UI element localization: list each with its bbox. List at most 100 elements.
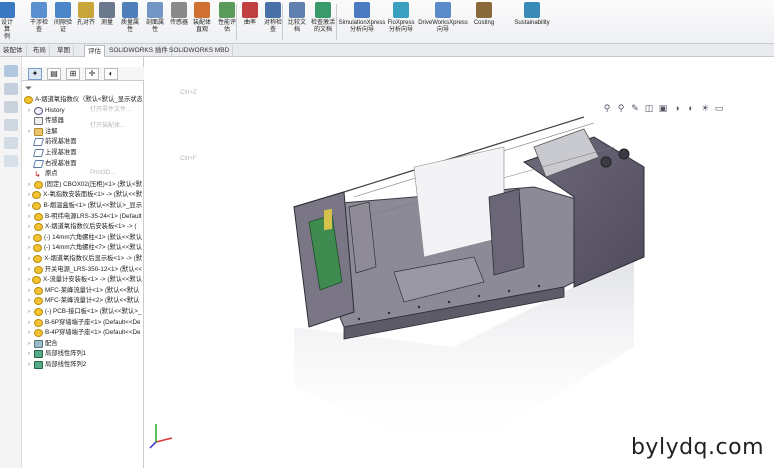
panel-tab-1[interactable]: ▤	[47, 68, 61, 80]
hud-view-tool-icon[interactable]: ✎	[630, 103, 640, 113]
hist-icon	[34, 106, 43, 115]
hud-view-tool-icon[interactable]: ◑	[672, 103, 682, 113]
part-icon	[33, 180, 43, 189]
hud-view-tool-icon[interactable]: ▣	[658, 103, 668, 113]
ribbon-button-mass-properties[interactable]: 质量属 性	[118, 2, 142, 42]
strip-tool-icon[interactable]	[4, 137, 18, 149]
tree-node[interactable]: › (-) PCB-接口板<1> (默认<<默认>_	[28, 307, 142, 317]
ribbon-button-symmetry-check[interactable]: 对称检 查	[262, 2, 284, 42]
ribbon-button-driveworks[interactable]: DriveWorksXpress 向导	[418, 2, 468, 42]
ribbon-button-costing[interactable]: Costing	[470, 2, 498, 42]
graphics-viewport[interactable]: ⚲ ⚲ ✎ ◫ ▣ ◑ ◐ ☀ ▭ bylydq.com	[144, 57, 774, 468]
tree-node-label: X-烟道氧指数仪后安装板<1> -> (	[45, 223, 137, 231]
strip-tool-icon[interactable]	[4, 83, 18, 95]
tab-0[interactable]: 装配体	[0, 45, 27, 57]
tree-node[interactable]: › MFC-莱峰流量计<1> (默认<<默认	[28, 286, 142, 296]
tree-node-label: B-明纬电源LRS-35-24<1> (Default	[45, 212, 142, 220]
strip-tool-icon[interactable]	[4, 101, 18, 113]
expand-chevron-icon[interactable]: ›	[28, 265, 34, 275]
ribbon-separator	[282, 4, 283, 40]
tab-1[interactable]: 布局	[30, 45, 50, 57]
strip-tool-icon[interactable]	[4, 65, 18, 77]
floxpress-icon	[393, 2, 409, 18]
tree-node-label: (-) 14mm六角螺柱<1> (默认<<默认	[44, 233, 142, 241]
ribbon-button-simulation[interactable]: SimulationXpress 分析向导	[339, 2, 385, 42]
tree-node[interactable]: › (固定) CBOX02(压柜)<1> (默认<默	[28, 180, 142, 190]
ribbon-button-label: Sustainability	[514, 20, 550, 26]
ribbon-button-sensor[interactable]: 传感器	[168, 2, 190, 42]
tree-node-label: 开关电源_LRS-350-12<1> (默认<<	[44, 265, 142, 273]
tree-node[interactable]: › 开关电源_LRS-350-12<1> (默认<<	[28, 265, 142, 275]
tree-node[interactable]: 右视基准面	[28, 159, 142, 169]
reference-triad-icon	[149, 424, 173, 449]
left-task-strip	[0, 57, 22, 468]
assembly-model-view[interactable]	[144, 57, 774, 468]
ribbon-button-label: 对称检 查	[263, 20, 282, 33]
hud-view-tool-icon[interactable]: ◐	[686, 103, 696, 113]
ribbon-button-assembly-visualization[interactable]: 装配体 直观	[190, 2, 214, 42]
tree-node[interactable]: › (-) 14mm六角螺柱<7> (默认<<默认	[28, 243, 142, 253]
panel-tab-2[interactable]: ⊞	[66, 68, 80, 80]
ribbon-button-interference-check[interactable]: 干涉检 查	[28, 2, 50, 42]
ribbon-button-design-study[interactable]: 设计算 例	[0, 2, 15, 42]
sustainability-icon	[524, 2, 540, 18]
origin-icon: ↳	[34, 170, 41, 180]
strip-tool-icon[interactable]	[4, 119, 18, 131]
tab-2[interactable]: 草图	[54, 45, 74, 57]
ribbon-button-clearance[interactable]: 间隙验 证	[52, 2, 74, 42]
ribbon-button-label: Costing	[473, 20, 495, 26]
hud-view-tool-icon[interactable]: ☀	[700, 103, 710, 113]
tree-node[interactable]: › B-4P穿墙端子座<1> (Default<<De	[28, 328, 142, 338]
hud-view-tool-icon[interactable]: ◫	[644, 103, 654, 113]
panel-tab-4[interactable]: ◐	[104, 68, 118, 80]
part-icon	[34, 297, 43, 306]
ribbon-button-compare[interactable]: 比较文 档	[286, 2, 308, 42]
tree-node[interactable]: › 配合	[28, 339, 142, 349]
ribbon-button-section-properties[interactable]: 剖面属 性	[143, 2, 167, 42]
expand-chevron-icon[interactable]: ›	[28, 180, 34, 190]
tree-node-label: 局部线性阵列2	[45, 361, 87, 368]
folder-icon	[34, 127, 43, 136]
ribbon-button-floxpress[interactable]: FloXpress 分析向导	[386, 2, 416, 42]
tree-node[interactable]: 前视基准面	[28, 137, 142, 147]
ribbon-button-label: 测量	[100, 20, 113, 26]
tree-node[interactable]: › X-烟道氧指数仪后安装板<1> -> (	[28, 222, 142, 232]
tree-node[interactable]: › B-6P穿墙端子座<1> (Default<<De	[28, 318, 142, 328]
compare-icon	[289, 2, 305, 18]
pat-icon	[34, 361, 43, 369]
hud-view-tool-icon[interactable]: ⚲	[616, 103, 626, 113]
ribbon-button-hole-align[interactable]: 孔对齐	[76, 2, 96, 42]
ribbon-button-curvature[interactable]: 曲率	[240, 2, 260, 42]
filter-icon[interactable]: ⏷	[25, 83, 32, 94]
tree-node[interactable]: › 局部线性阵列1	[28, 349, 142, 359]
tree-node[interactable]: › 局部线性阵列2	[28, 360, 142, 370]
ribbon-button-performance[interactable]: 性能评 估	[216, 2, 238, 42]
sensor-icon	[171, 2, 187, 18]
panel-hole	[618, 148, 630, 160]
tree-node[interactable]: 上视基准面	[28, 148, 142, 158]
symmetry-check-icon	[265, 2, 281, 18]
panel-tab-0[interactable]: ✦	[28, 68, 42, 80]
tree-node[interactable]: › X-氧指数安装面板<1> -> (默认<<默	[28, 190, 142, 200]
ribbon-button-measure[interactable]: 测量	[98, 2, 116, 42]
strip-tool-icon[interactable]	[4, 155, 18, 167]
tree-node[interactable]: ↳ 原点	[28, 169, 142, 179]
tab-4[interactable]: SOLIDWORKS 插件	[106, 45, 172, 57]
tree-node[interactable]: › B-明纬电源LRS-35-24<1> (Default	[28, 212, 142, 222]
tree-node[interactable]: › (-) 14mm六角螺柱<1> (默认<<默认	[28, 233, 142, 243]
tab-5[interactable]: SOLIDWORKS MBD	[166, 45, 234, 57]
hud-view-tool-icon[interactable]: ▭	[714, 103, 724, 113]
hud-view-tool-icon[interactable]: ⚲	[602, 103, 612, 113]
costing-icon	[476, 2, 492, 18]
tree-node[interactable]: › X-烟道氧指数仪后显示板<1> -> (默	[28, 254, 142, 264]
ribbon-button-check-doc[interactable]: 检查激活 的文档	[310, 2, 336, 42]
tree-node[interactable]: › X-流量计安装板<1> -> (默认<<默认	[28, 275, 142, 285]
ribbon-button-sustainability[interactable]: Sustainability	[512, 2, 552, 42]
ribbon-button-label: 干涉检 查	[29, 20, 48, 33]
tree-node[interactable]: › MFC-莱峰流量计<2> (默认<<默认	[28, 296, 142, 306]
part-icon	[34, 308, 43, 316]
command-manager-ribbon: 设计算 例 干涉检 查间隙验 证孔对齐 测量 质量属 性剖面属 性传感器 装配体 直观性…	[0, 0, 774, 44]
tab-3[interactable]: 评估	[84, 45, 105, 57]
tree-node[interactable]: › B-烟温盒板<1> (默认<<默认>_显示	[28, 201, 142, 211]
panel-tab-3[interactable]: ✛	[85, 68, 99, 80]
